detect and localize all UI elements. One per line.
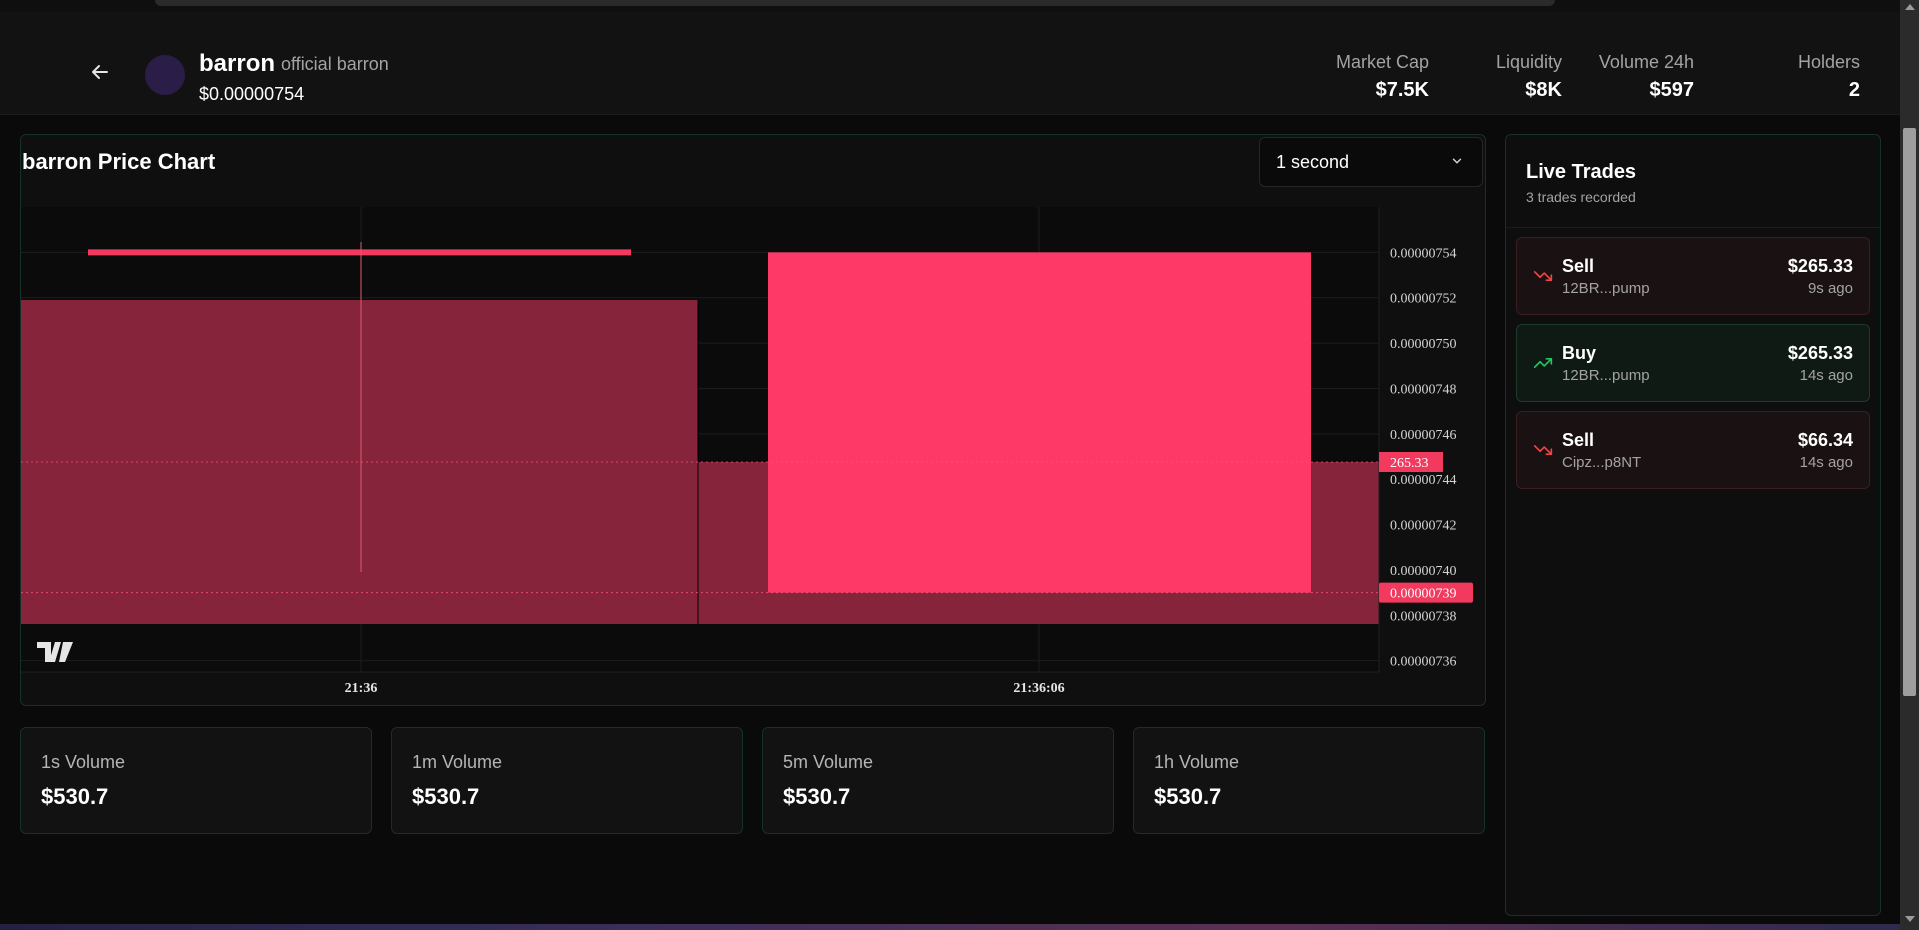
trade-time: 14s ago [1799,454,1853,471]
volume-label: 1h Volume [1154,752,1240,772]
volume-label: 1s Volume [41,752,126,772]
scroll-up-arrow-icon[interactable] [1905,4,1915,10]
live-trades-title: Live Trades [1526,161,1637,183]
live-trades-panel: Live Trades 3 trades recorded Sell 12BR.… [1505,134,1881,916]
volume-value: $530.7 [412,784,480,809]
stat-value: $597 [1649,79,1695,101]
volume-label: 1m Volume [412,752,503,772]
price-chart[interactable]: 0.00000754 0.00000752 0.00000750 0.00000748… [21,207,1485,705]
volume-card-5m: 5m Volume $530.7 [762,727,1114,834]
stat-label: Liquidity [1495,52,1562,72]
chart-title: barron Price Chart [22,149,216,174]
token-name: barron [199,50,276,77]
volume-value: $530.7 [783,784,851,809]
y-tick-label: 0.00000748 [1390,382,1457,397]
divider [1506,227,1880,228]
volume-card-1m: 1m Volume $530.7 [391,727,743,834]
stat-value: 2 [1848,79,1860,101]
y-tick-label: 0.00000746 [1390,428,1457,443]
stat-liquidity: Liquidity $8K [1496,52,1562,102]
stat-value: $8K [1525,79,1562,101]
stat-market-cap: Market Cap $7.5K [1336,52,1429,102]
volume-value: $530.7 [1154,784,1222,809]
chevron-down-icon [1452,158,1462,164]
y-tick-label: 0.00000750 [1390,337,1457,352]
trade-amount: $265.33 [1787,343,1853,363]
x-tick-label: 21:36:06 [1013,681,1064,696]
token-price: $0.00000754 [199,84,305,104]
arrow-left-icon[interactable] [88,60,112,84]
trade-address: 12BR...pump [1562,280,1650,297]
stat-holders: Holders 2 [1798,52,1860,102]
y-tick-label: 0.00000742 [1390,519,1457,534]
browser-top-strip [0,0,1900,12]
price-chart-card: barron Price Chart 1 second 0.00000754 0.… [20,134,1486,706]
trade-address: Cipz...p8NT [1562,454,1642,471]
y-tick-label: 0.00000744 [1390,473,1457,488]
x-tick-label: 21:36 [345,681,378,696]
token-header: barron official barron $0.00000754 Marke… [0,12,1900,115]
y-tick-label: 0.00000754 [1390,246,1457,261]
interval-value: 1 second [1276,152,1350,172]
trade-time: 9s ago [1807,280,1853,297]
trade-item[interactable]: Sell Cipz...p8NT $66.34 14s ago [1516,411,1870,489]
trade-time: 14s ago [1799,367,1853,384]
stat-volume-24h: Volume 24h $597 [1599,52,1694,102]
trade-item[interactable]: Sell 12BR...pump $265.33 9s ago [1516,237,1870,315]
scroll-thumb[interactable] [1903,128,1916,696]
taskbar-strip [0,924,1900,930]
scroll-down-arrow-icon[interactable] [1905,916,1915,922]
y-tick-label: 0.00000752 [1390,292,1457,307]
live-trades-count: 3 trades recorded [1526,189,1636,205]
candle[interactable] [88,249,631,256]
trade-side: Sell [1562,430,1595,450]
trade-side: Sell [1562,256,1595,276]
y-tick-label: 0.00000738 [1390,609,1457,624]
volume-label: 5m Volume [783,752,874,772]
trade-item[interactable]: Buy 12BR...pump $265.33 14s ago [1516,324,1870,402]
stat-label: Volume 24h [1598,52,1694,72]
interval-select[interactable]: 1 second [1259,137,1483,187]
trending-down-icon [1533,271,1553,281]
y-tick-label: 0.00000736 [1390,655,1457,670]
volume-value: $530.7 [41,784,109,809]
token-full-name: official barron [281,54,389,74]
trade-amount: $66.34 [1797,430,1853,450]
trending-up-icon [1533,358,1553,368]
candle[interactable] [768,252,1311,593]
stat-value: $7.5K [1375,79,1429,101]
trade-amount: $265.33 [1787,256,1853,276]
price-badge-label: 0.00000739 [1390,587,1457,602]
trade-side: Buy [1562,343,1597,363]
volume-badge-label: 265.33 [1390,456,1429,471]
volume-card-1s: 1s Volume $530.7 [20,727,372,834]
page-scrollbar[interactable] [1900,0,1919,930]
volume-card-1h: 1h Volume $530.7 [1133,727,1485,834]
trending-down-icon [1533,445,1553,455]
stat-label: Market Cap [1335,52,1429,72]
token-avatar [145,55,185,95]
stat-label: Holders [1797,52,1860,72]
tab-strip [155,0,1555,6]
trade-address: 12BR...pump [1562,367,1650,384]
y-tick-label: 0.00000740 [1390,564,1457,579]
